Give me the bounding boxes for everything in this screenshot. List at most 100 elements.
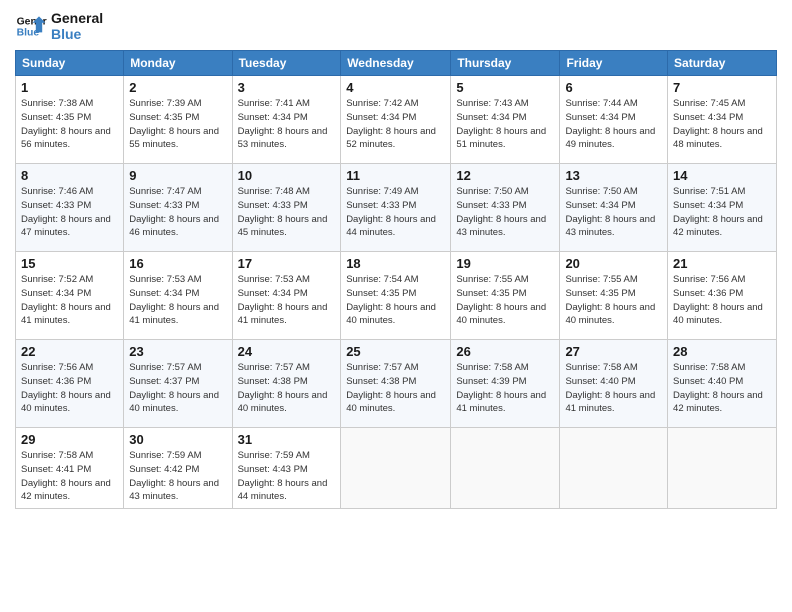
day-number: 10 bbox=[238, 168, 336, 183]
calendar-cell: 11 Sunrise: 7:49 AM Sunset: 4:33 PM Dayl… bbox=[341, 164, 451, 252]
day-number: 17 bbox=[238, 256, 336, 271]
day-number: 31 bbox=[238, 432, 336, 447]
calendar-cell: 30 Sunrise: 7:59 AM Sunset: 4:42 PM Dayl… bbox=[124, 428, 232, 509]
calendar-cell bbox=[668, 428, 777, 509]
day-info: Sunrise: 7:58 AM Sunset: 4:39 PM Dayligh… bbox=[456, 361, 554, 416]
day-info: Sunrise: 7:43 AM Sunset: 4:34 PM Dayligh… bbox=[456, 97, 554, 152]
weekday-sunday: Sunday bbox=[16, 51, 124, 76]
calendar-cell: 25 Sunrise: 7:57 AM Sunset: 4:38 PM Dayl… bbox=[341, 340, 451, 428]
logo-general: General bbox=[51, 10, 103, 26]
day-info: Sunrise: 7:59 AM Sunset: 4:42 PM Dayligh… bbox=[129, 449, 226, 504]
day-info: Sunrise: 7:50 AM Sunset: 4:33 PM Dayligh… bbox=[456, 185, 554, 240]
day-number: 29 bbox=[21, 432, 118, 447]
weekday-tuesday: Tuesday bbox=[232, 51, 341, 76]
day-number: 20 bbox=[565, 256, 662, 271]
day-number: 18 bbox=[346, 256, 445, 271]
weekday-friday: Friday bbox=[560, 51, 668, 76]
calendar-cell: 9 Sunrise: 7:47 AM Sunset: 4:33 PM Dayli… bbox=[124, 164, 232, 252]
weekday-wednesday: Wednesday bbox=[341, 51, 451, 76]
calendar-cell: 4 Sunrise: 7:42 AM Sunset: 4:34 PM Dayli… bbox=[341, 76, 451, 164]
day-number: 2 bbox=[129, 80, 226, 95]
weekday-monday: Monday bbox=[124, 51, 232, 76]
week-row-1: 1 Sunrise: 7:38 AM Sunset: 4:35 PM Dayli… bbox=[16, 76, 777, 164]
day-info: Sunrise: 7:58 AM Sunset: 4:41 PM Dayligh… bbox=[21, 449, 118, 504]
calendar-cell: 3 Sunrise: 7:41 AM Sunset: 4:34 PM Dayli… bbox=[232, 76, 341, 164]
calendar-cell: 2 Sunrise: 7:39 AM Sunset: 4:35 PM Dayli… bbox=[124, 76, 232, 164]
day-info: Sunrise: 7:46 AM Sunset: 4:33 PM Dayligh… bbox=[21, 185, 118, 240]
calendar-cell: 17 Sunrise: 7:53 AM Sunset: 4:34 PM Dayl… bbox=[232, 252, 341, 340]
day-number: 13 bbox=[565, 168, 662, 183]
day-info: Sunrise: 7:59 AM Sunset: 4:43 PM Dayligh… bbox=[238, 449, 336, 504]
day-number: 21 bbox=[673, 256, 771, 271]
day-number: 25 bbox=[346, 344, 445, 359]
day-info: Sunrise: 7:56 AM Sunset: 4:36 PM Dayligh… bbox=[673, 273, 771, 328]
day-info: Sunrise: 7:41 AM Sunset: 4:34 PM Dayligh… bbox=[238, 97, 336, 152]
logo-icon: General Blue bbox=[15, 10, 47, 42]
calendar-cell bbox=[341, 428, 451, 509]
calendar-cell: 20 Sunrise: 7:55 AM Sunset: 4:35 PM Dayl… bbox=[560, 252, 668, 340]
calendar-cell: 31 Sunrise: 7:59 AM Sunset: 4:43 PM Dayl… bbox=[232, 428, 341, 509]
day-info: Sunrise: 7:57 AM Sunset: 4:37 PM Dayligh… bbox=[129, 361, 226, 416]
calendar-cell: 16 Sunrise: 7:53 AM Sunset: 4:34 PM Dayl… bbox=[124, 252, 232, 340]
weekday-saturday: Saturday bbox=[668, 51, 777, 76]
calendar-cell bbox=[451, 428, 560, 509]
calendar-page: General Blue General Blue SundayMondayTu… bbox=[0, 0, 792, 612]
calendar-cell: 5 Sunrise: 7:43 AM Sunset: 4:34 PM Dayli… bbox=[451, 76, 560, 164]
calendar-cell: 18 Sunrise: 7:54 AM Sunset: 4:35 PM Dayl… bbox=[341, 252, 451, 340]
day-number: 6 bbox=[565, 80, 662, 95]
day-number: 30 bbox=[129, 432, 226, 447]
day-info: Sunrise: 7:57 AM Sunset: 4:38 PM Dayligh… bbox=[346, 361, 445, 416]
day-info: Sunrise: 7:44 AM Sunset: 4:34 PM Dayligh… bbox=[565, 97, 662, 152]
weekday-thursday: Thursday bbox=[451, 51, 560, 76]
day-number: 23 bbox=[129, 344, 226, 359]
week-row-5: 29 Sunrise: 7:58 AM Sunset: 4:41 PM Dayl… bbox=[16, 428, 777, 509]
day-info: Sunrise: 7:48 AM Sunset: 4:33 PM Dayligh… bbox=[238, 185, 336, 240]
day-number: 27 bbox=[565, 344, 662, 359]
day-info: Sunrise: 7:58 AM Sunset: 4:40 PM Dayligh… bbox=[565, 361, 662, 416]
day-info: Sunrise: 7:55 AM Sunset: 4:35 PM Dayligh… bbox=[565, 273, 662, 328]
weekday-header-row: SundayMondayTuesdayWednesdayThursdayFrid… bbox=[16, 51, 777, 76]
day-number: 28 bbox=[673, 344, 771, 359]
calendar-cell: 8 Sunrise: 7:46 AM Sunset: 4:33 PM Dayli… bbox=[16, 164, 124, 252]
calendar-cell: 14 Sunrise: 7:51 AM Sunset: 4:34 PM Dayl… bbox=[668, 164, 777, 252]
calendar-cell: 19 Sunrise: 7:55 AM Sunset: 4:35 PM Dayl… bbox=[451, 252, 560, 340]
calendar-cell: 24 Sunrise: 7:57 AM Sunset: 4:38 PM Dayl… bbox=[232, 340, 341, 428]
week-row-4: 22 Sunrise: 7:56 AM Sunset: 4:36 PM Dayl… bbox=[16, 340, 777, 428]
calendar-cell: 21 Sunrise: 7:56 AM Sunset: 4:36 PM Dayl… bbox=[668, 252, 777, 340]
calendar-cell: 28 Sunrise: 7:58 AM Sunset: 4:40 PM Dayl… bbox=[668, 340, 777, 428]
week-row-2: 8 Sunrise: 7:46 AM Sunset: 4:33 PM Dayli… bbox=[16, 164, 777, 252]
day-info: Sunrise: 7:42 AM Sunset: 4:34 PM Dayligh… bbox=[346, 97, 445, 152]
calendar-cell: 22 Sunrise: 7:56 AM Sunset: 4:36 PM Dayl… bbox=[16, 340, 124, 428]
calendar-cell: 26 Sunrise: 7:58 AM Sunset: 4:39 PM Dayl… bbox=[451, 340, 560, 428]
day-number: 5 bbox=[456, 80, 554, 95]
day-number: 26 bbox=[456, 344, 554, 359]
day-info: Sunrise: 7:39 AM Sunset: 4:35 PM Dayligh… bbox=[129, 97, 226, 152]
day-info: Sunrise: 7:53 AM Sunset: 4:34 PM Dayligh… bbox=[129, 273, 226, 328]
day-info: Sunrise: 7:54 AM Sunset: 4:35 PM Dayligh… bbox=[346, 273, 445, 328]
calendar-cell: 10 Sunrise: 7:48 AM Sunset: 4:33 PM Dayl… bbox=[232, 164, 341, 252]
day-info: Sunrise: 7:50 AM Sunset: 4:34 PM Dayligh… bbox=[565, 185, 662, 240]
day-info: Sunrise: 7:38 AM Sunset: 4:35 PM Dayligh… bbox=[21, 97, 118, 152]
calendar-cell: 12 Sunrise: 7:50 AM Sunset: 4:33 PM Dayl… bbox=[451, 164, 560, 252]
day-info: Sunrise: 7:56 AM Sunset: 4:36 PM Dayligh… bbox=[21, 361, 118, 416]
calendar-table: SundayMondayTuesdayWednesdayThursdayFrid… bbox=[15, 50, 777, 509]
day-number: 16 bbox=[129, 256, 226, 271]
day-number: 3 bbox=[238, 80, 336, 95]
day-number: 7 bbox=[673, 80, 771, 95]
logo: General Blue General Blue bbox=[15, 10, 103, 42]
day-info: Sunrise: 7:58 AM Sunset: 4:40 PM Dayligh… bbox=[673, 361, 771, 416]
calendar-cell: 29 Sunrise: 7:58 AM Sunset: 4:41 PM Dayl… bbox=[16, 428, 124, 509]
day-info: Sunrise: 7:52 AM Sunset: 4:34 PM Dayligh… bbox=[21, 273, 118, 328]
calendar-cell: 27 Sunrise: 7:58 AM Sunset: 4:40 PM Dayl… bbox=[560, 340, 668, 428]
day-number: 22 bbox=[21, 344, 118, 359]
day-number: 11 bbox=[346, 168, 445, 183]
day-number: 4 bbox=[346, 80, 445, 95]
day-number: 8 bbox=[21, 168, 118, 183]
day-number: 14 bbox=[673, 168, 771, 183]
day-info: Sunrise: 7:49 AM Sunset: 4:33 PM Dayligh… bbox=[346, 185, 445, 240]
calendar-cell bbox=[560, 428, 668, 509]
day-number: 9 bbox=[129, 168, 226, 183]
calendar-cell: 23 Sunrise: 7:57 AM Sunset: 4:37 PM Dayl… bbox=[124, 340, 232, 428]
header: General Blue General Blue bbox=[15, 10, 777, 42]
day-number: 24 bbox=[238, 344, 336, 359]
